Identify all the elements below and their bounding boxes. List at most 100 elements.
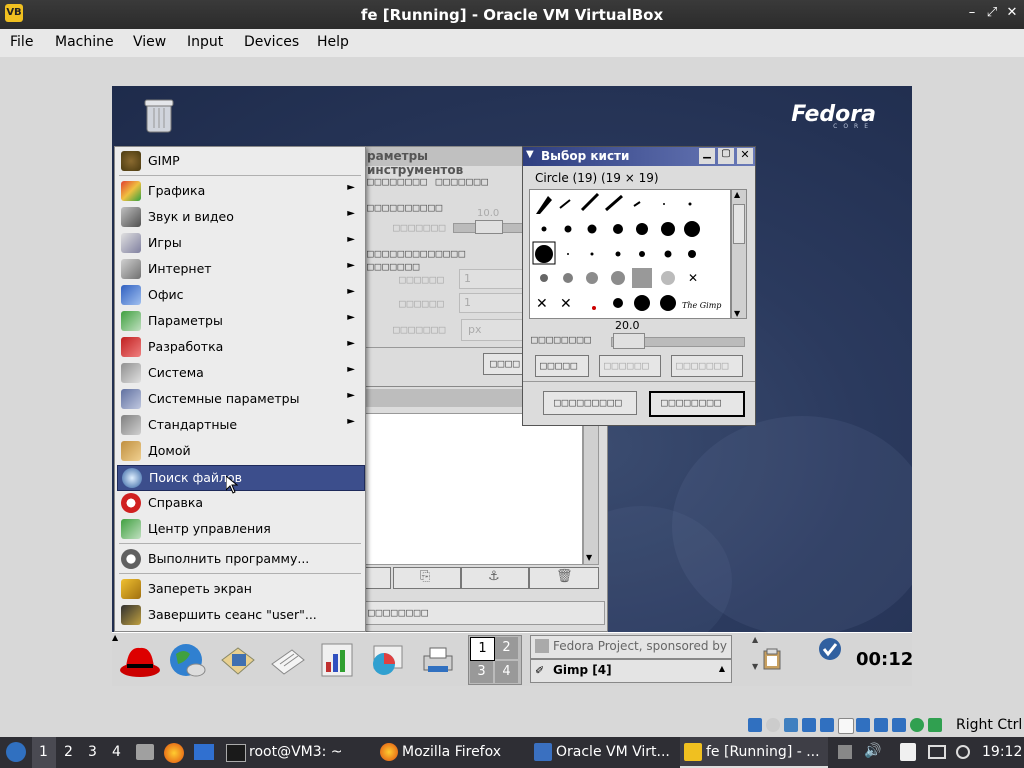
task-fe-running[interactable]: fe [Running] - ...: [680, 737, 828, 768]
task-terminal[interactable]: root@VM3: ~: [222, 737, 368, 768]
trash-icon[interactable]: [142, 96, 176, 134]
task-firefox[interactable]: Mozilla Firefox: [376, 737, 524, 768]
menu-input[interactable]: Input: [187, 34, 223, 50]
email-client-icon[interactable]: [218, 640, 258, 680]
brush-delete-button[interactable]: □□□□□□□: [671, 355, 743, 377]
cpu-icon[interactable]: [892, 718, 906, 732]
host-workspace-2[interactable]: 2: [64, 744, 73, 760]
start-menu-icon[interactable]: [6, 742, 26, 762]
close-button[interactable]: ✕: [1004, 5, 1020, 21]
impress-icon[interactable]: [318, 640, 358, 680]
chevron-up-icon[interactable]: ▲: [719, 664, 725, 673]
menu-item-accessories[interactable]: Стандартные ►: [117, 413, 363, 437]
host-clock[interactable]: 19:12: [982, 744, 1022, 760]
minimize-button[interactable]: –: [964, 5, 980, 21]
reset-button[interactable]: □□□□: [483, 353, 525, 375]
maximize-icon[interactable]: ▢: [718, 148, 734, 164]
menu-item-graphics[interactable]: Графика ►: [117, 179, 363, 203]
menu-item-gimp[interactable]: GIMP: [117, 149, 363, 173]
brush-grid[interactable]: ✕ ✕ ✕ The Gimp: [529, 189, 731, 319]
close-icon[interactable]: ✕: [737, 148, 753, 164]
menu-item-games[interactable]: Игры ►: [117, 231, 363, 255]
network-icon[interactable]: [956, 745, 970, 759]
slider-handle[interactable]: [475, 220, 503, 234]
brush-selection-dialog[interactable]: ▼ Выбор кисти ▁ ▢ ✕ Circle (19) (19 × 19…: [522, 146, 756, 426]
menu-item-lock-screen[interactable]: Запереть экран: [117, 577, 363, 601]
menu-file[interactable]: File: [10, 34, 33, 50]
audio-icon[interactable]: [784, 718, 798, 732]
update-checkmark-icon[interactable]: [818, 637, 842, 661]
mouse-integration-icon[interactable]: [910, 718, 924, 732]
refresh-button[interactable]: □□□□□□□□□: [543, 391, 637, 415]
clipboard-icon[interactable]: [762, 647, 782, 671]
units-select[interactable]: px: [461, 319, 523, 341]
chevron-down-icon[interactable]: ▼: [526, 149, 534, 160]
menu-item-system[interactable]: Система ►: [117, 361, 363, 385]
layers-list[interactable]: [365, 413, 583, 565]
calc-icon[interactable]: [368, 640, 408, 680]
tool-options-window[interactable]: раметры инструментов □□□□□□□□ □□□□□□□ □□…: [364, 146, 526, 388]
menu-item-search-files[interactable]: Поиск файлов: [117, 465, 365, 491]
trash-layer-button[interactable]: 🗑: [529, 567, 599, 589]
writer-icon[interactable]: [268, 640, 308, 680]
brush-scrollbar[interactable]: ▲ ▼: [731, 189, 747, 319]
volume-icon[interactable]: 🔊: [864, 743, 881, 759]
menu-item-help[interactable]: Справка: [117, 491, 363, 515]
menu-item-internet[interactable]: Интернет ►: [117, 257, 363, 281]
menu-item-preferences[interactable]: Параметры ►: [117, 309, 363, 333]
optical-drive-icon[interactable]: [766, 718, 780, 732]
shared-folders-icon[interactable]: [838, 718, 854, 734]
host-workspace-4[interactable]: 4: [112, 744, 121, 760]
task-button-gimp[interactable]: ✐ Gimp [4] ▲: [530, 659, 732, 683]
guest-display[interactable]: Fedora CORE раметры инструментов □□□□□□□…: [112, 86, 912, 686]
menu-item-control-center[interactable]: Центр управления: [117, 517, 363, 541]
value-field[interactable]: 1: [459, 269, 523, 289]
network-icon[interactable]: [802, 718, 816, 732]
anchor-icon[interactable]: ⚓: [461, 567, 529, 589]
brush-new-button[interactable]: □□□□□□: [599, 355, 661, 377]
close-button[interactable]: □□□□□□□□: [649, 391, 745, 417]
brush-edit-button[interactable]: □□□□□: [535, 355, 589, 377]
task-virtualbox-manager[interactable]: Oracle VM Virt...: [530, 737, 678, 768]
workspace-3[interactable]: 3: [470, 661, 493, 683]
recording-icon[interactable]: [874, 718, 888, 732]
menu-item-multimedia[interactable]: Звук и видео ►: [117, 205, 363, 229]
menu-devices[interactable]: Devices: [244, 34, 299, 50]
menu-item-development[interactable]: Разработка ►: [117, 335, 363, 359]
tray-icon[interactable]: [838, 745, 852, 759]
menu-item-run[interactable]: Выполнить программу...: [117, 547, 363, 571]
host-workspace-3[interactable]: 3: [88, 744, 97, 760]
minimize-icon[interactable]: ▁: [699, 148, 715, 164]
workspace-1[interactable]: 1: [470, 637, 495, 661]
host-workspace-1[interactable]: 1: [39, 744, 48, 760]
panel-clock[interactable]: 00:12: [856, 649, 912, 670]
scrollbar-thumb[interactable]: [733, 204, 745, 244]
printer-icon[interactable]: [418, 640, 458, 680]
value-field[interactable]: 1: [459, 293, 523, 313]
web-browser-icon[interactable]: [168, 640, 208, 680]
menu-help[interactable]: Help: [317, 34, 349, 50]
start-menu[interactable]: GIMP Графика ► Звук и видео ► Игры ► Инт…: [114, 146, 366, 632]
display-icon[interactable]: [856, 718, 870, 732]
clipboard-icon[interactable]: [900, 743, 916, 761]
layer-new-button[interactable]: [365, 567, 391, 589]
hard-disk-icon[interactable]: [748, 718, 762, 732]
desktop-icon[interactable]: [194, 744, 214, 760]
screen-icon[interactable]: [928, 745, 946, 759]
menu-view[interactable]: View: [133, 34, 166, 50]
workspace-switcher[interactable]: 1 2 3 4: [468, 635, 522, 685]
panel-applet-handle[interactable]: ▲ ▼: [752, 635, 762, 685]
keyboard-capture-icon[interactable]: [928, 718, 942, 732]
task-button-browser[interactable]: Fedora Project, sponsored by: [530, 635, 732, 659]
workspace-2[interactable]: 2: [495, 637, 518, 659]
spacing-slider-handle[interactable]: [613, 333, 645, 349]
file-manager-icon[interactable]: [136, 744, 154, 760]
layer-duplicate-button[interactable]: ⎘: [393, 567, 461, 589]
menu-machine[interactable]: Machine: [55, 34, 114, 50]
maximize-button[interactable]: ⤢: [984, 5, 1000, 21]
layers-scrollbar[interactable]: ▼: [583, 413, 599, 565]
menu-item-home[interactable]: Домой: [117, 439, 363, 463]
menu-item-system-settings[interactable]: Системные параметры ►: [117, 387, 363, 411]
usb-icon[interactable]: [820, 718, 834, 732]
firefox-icon[interactable]: [164, 743, 184, 763]
